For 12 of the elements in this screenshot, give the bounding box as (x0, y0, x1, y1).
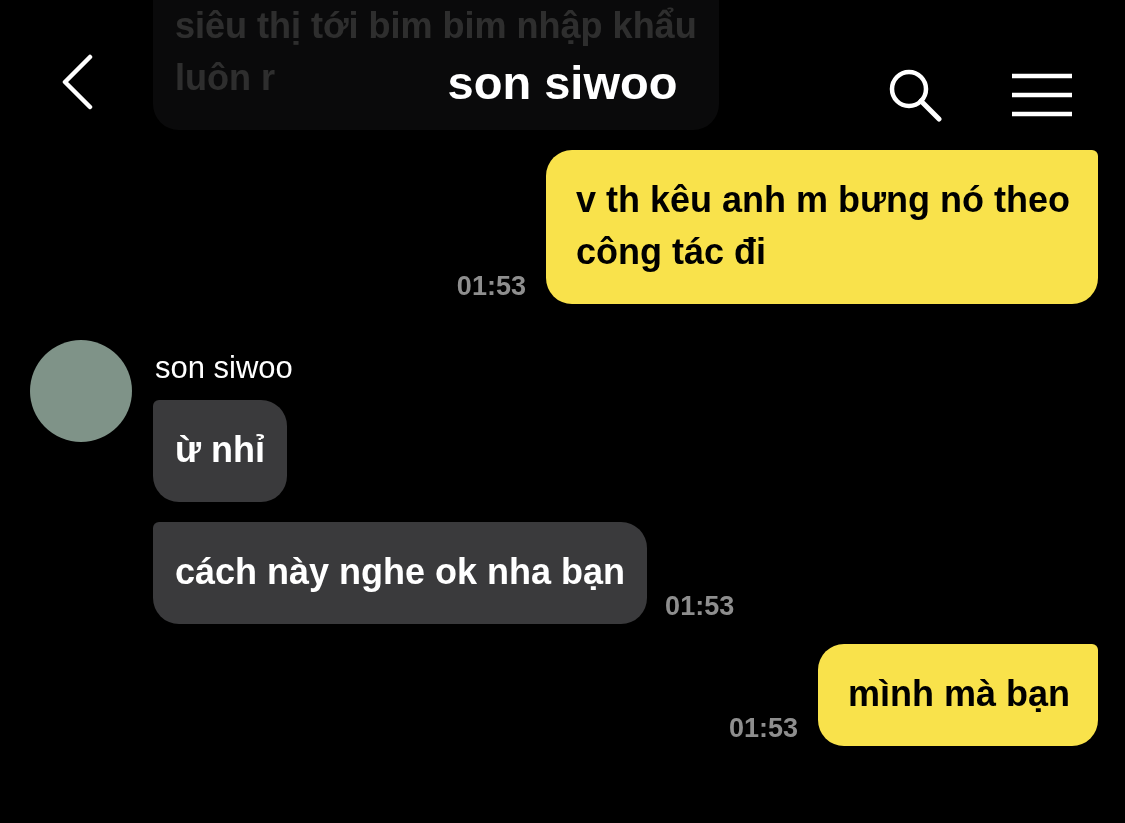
message-bubble: mình mà bạn (817, 644, 1098, 746)
message-bubble: cách này nghe ok nha bạn (153, 522, 648, 624)
menu-icon[interactable] (1012, 73, 1072, 117)
message-time: 01:53 (728, 713, 798, 744)
back-icon[interactable] (60, 54, 94, 110)
chat-title: son siwoo (447, 54, 678, 110)
message-bubble: ừ nhỉ (153, 400, 288, 502)
message-bubble: v th kêu anh m bưng nó theo công tác đi (545, 150, 1098, 304)
message-time: 01:53 (456, 271, 526, 302)
search-icon[interactable] (888, 68, 942, 122)
message-time: 01:53 (665, 591, 735, 622)
sender-name: son siwoo (155, 350, 293, 386)
